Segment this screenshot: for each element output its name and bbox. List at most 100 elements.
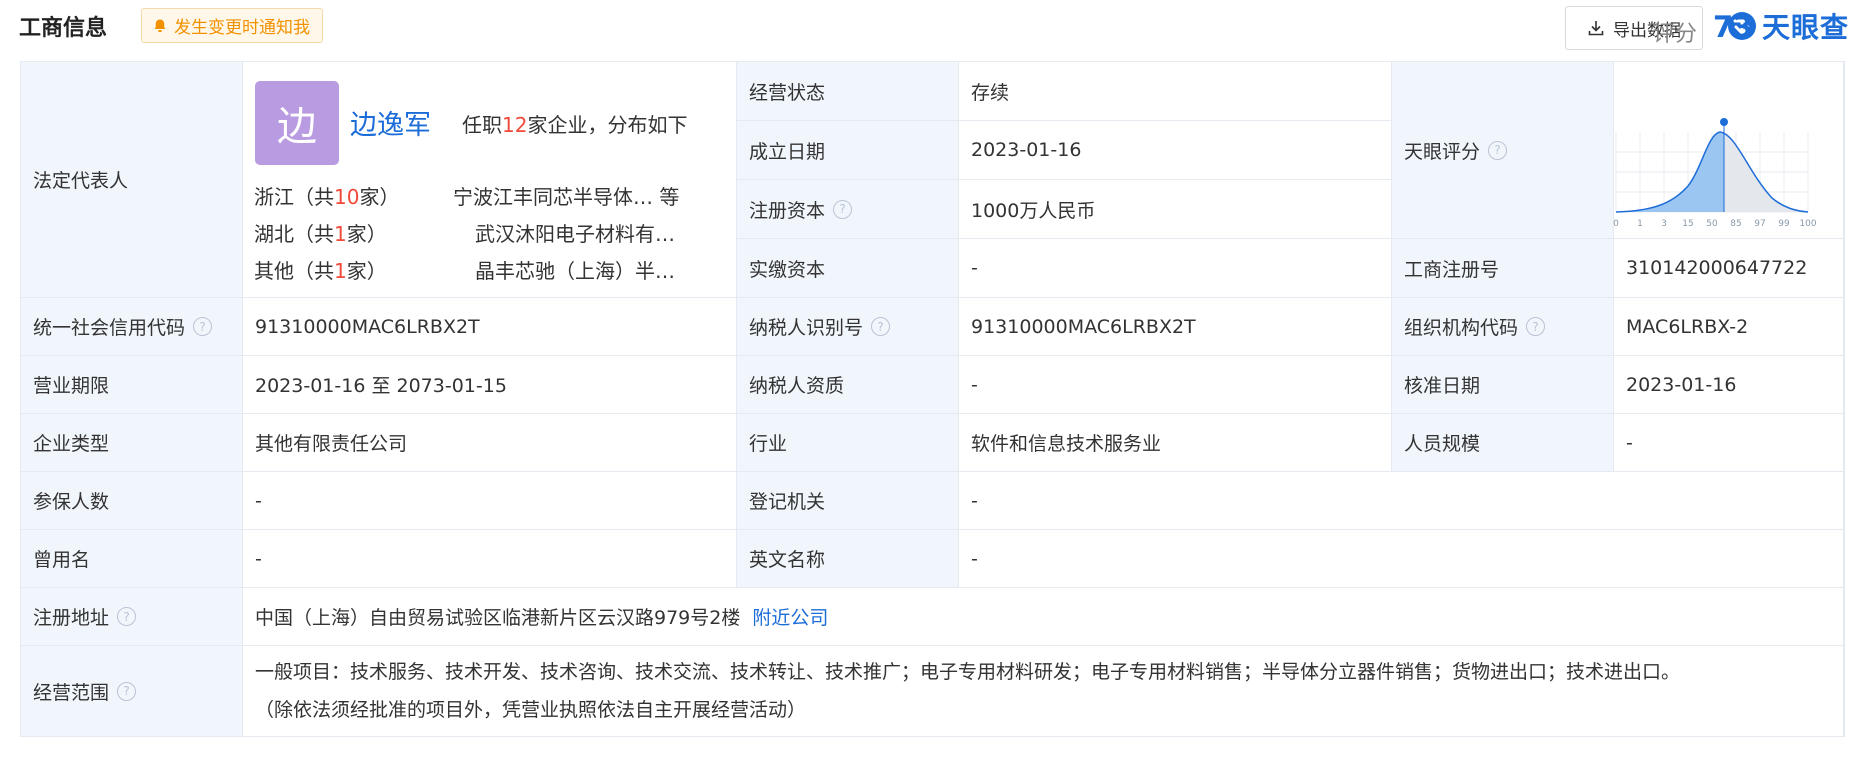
legal-rep-name-link[interactable]: 边逸军 <box>350 103 431 142</box>
english-label-cell: 英文名称 <box>737 530 959 588</box>
paid-value: - <box>971 257 978 279</box>
help-icon[interactable]: ? <box>833 199 853 219</box>
company-info-page: 工商信息 发生变更时通知我 导出数据 天眼查 法定代表人 经营状态 存续 成立日… <box>0 0 1868 759</box>
former-value: - <box>255 547 262 570</box>
tick-label: 97 <box>1754 219 1765 229</box>
avatar[interactable]: 边 <box>255 81 339 165</box>
region-prefix: 其他（共 <box>254 259 334 283</box>
taxqual-value: - <box>971 373 978 396</box>
legal-rep-label: 法定代表人 <box>33 170 129 192</box>
region-count: 10 <box>334 185 360 209</box>
taxid-label: 纳税人识别号 <box>749 317 864 339</box>
org-label: 组织机构代码 <box>1404 317 1519 339</box>
help-icon[interactable]: ? <box>1526 317 1546 336</box>
help-icon[interactable]: ? <box>871 317 891 336</box>
tick-label: 85 <box>1730 219 1741 229</box>
capital-value: 1000万人民币 <box>971 199 1096 222</box>
summary-suffix: 家企业，分布如下 <box>527 113 688 137</box>
status-label: 经营状态 <box>749 81 826 104</box>
score-distribution-chart: 0 1 3 15 50 85 97 99 100 <box>1613 118 1817 229</box>
type-label-cell: 企业类型 <box>21 414 243 472</box>
credit-value-cell: 91310000MAC6LRBX2T <box>243 298 737 356</box>
type-value-cell: 其他有限责任公司 <box>243 414 737 472</box>
region-count: 1 <box>334 222 347 246</box>
score-value[interactable]: 73 <box>1713 10 1753 44</box>
address-label-cell: 注册地址 ? <box>21 588 243 646</box>
tick-label: 99 <box>1778 219 1790 229</box>
help-icon[interactable]: ? <box>117 681 137 701</box>
found-value: 2023-01-16 <box>971 139 1082 161</box>
term-label-cell: 营业期限 <box>21 356 243 414</box>
help-icon[interactable]: ? <box>193 317 213 336</box>
taxqual-value-cell: - <box>959 356 1392 414</box>
tick-label: 15 <box>1682 219 1693 229</box>
found-value-cell: 2023-01-16 <box>959 121 1392 180</box>
nearby-companies-link[interactable]: 附近公司 <box>752 603 828 630</box>
taxid-value: 91310000MAC6LRBX2T <box>971 315 1196 338</box>
scope-line-1: 一般项目：技术服务、技术开发、技术咨询、技术交流、技术转让、技术推广；电子专用材… <box>255 661 1681 683</box>
term-value-cell: 2023-01-16 至 2073-01-15 <box>243 356 737 414</box>
distribution-company: 晶丰芯驰（上海）半… <box>475 259 675 283</box>
type-label: 企业类型 <box>33 433 110 455</box>
distribution-company: 宁波江丰同芯半导体… 等 <box>453 185 680 209</box>
credit-value: 91310000MAC6LRBX2T <box>255 315 480 338</box>
staff-value-cell: - <box>1614 414 1844 472</box>
insured-value: - <box>255 489 262 512</box>
status-value-cell: 存续 <box>959 62 1392 121</box>
taxid-label-cell: 纳税人识别号 ? <box>737 298 959 356</box>
reg-no-label: 工商注册号 <box>1404 258 1500 281</box>
org-value-cell: MAC6LRBX-2 <box>1614 298 1844 356</box>
tick-label: 100 <box>1799 219 1816 229</box>
capital-label: 注册资本 <box>749 199 826 222</box>
notify-change-button[interactable]: 发生变更时通知我 <box>141 8 323 43</box>
help-icon[interactable]: ? <box>1488 140 1508 160</box>
industry-label-cell: 行业 <box>737 414 959 472</box>
scope-value-cell: 一般项目：技术服务、技术开发、技术咨询、技术交流、技术转让、技术推广；电子专用材… <box>243 646 1844 736</box>
distribution-row[interactable]: 其他（共1家） 晶丰芯驰（上海）半… <box>254 255 675 284</box>
region-count: 1 <box>334 259 347 283</box>
address-value: 中国（上海）自由贸易试验区临港新片区云汉路979号2楼 <box>255 607 741 629</box>
found-label-cell: 成立日期 <box>737 121 959 180</box>
insured-label-cell: 参保人数 <box>21 472 243 530</box>
approve-label-cell: 核准日期 <box>1392 356 1614 414</box>
reg-no-value: 310142000647722 <box>1626 257 1808 279</box>
found-label: 成立日期 <box>749 140 826 163</box>
distribution-row[interactable]: 浙江（共10家） 宁波江丰同芯半导体… 等 <box>254 181 679 210</box>
status-label-cell: 经营状态 <box>737 62 959 121</box>
distribution-company: 武汉沐阳电子材料有… <box>475 222 675 246</box>
capital-value-cell: 1000万人民币 <box>959 180 1392 239</box>
chart-ticks: 0 1 3 15 50 85 97 99 100 <box>1613 219 1817 229</box>
help-icon[interactable]: ? <box>117 607 137 626</box>
summary-prefix: 任职 <box>462 113 502 137</box>
reg-no-label-cell: 工商注册号 <box>1392 239 1614 298</box>
distribution-region: 其他（共1家） <box>254 255 429 284</box>
former-value-cell: - <box>243 530 737 588</box>
section-title: 工商信息 <box>19 16 108 41</box>
distribution-row[interactable]: 湖北（共1家） 武汉沐阳电子材料有… <box>254 218 675 247</box>
region-prefix: 浙江（共 <box>254 185 334 209</box>
org-label-cell: 组织机构代码 ? <box>1392 298 1614 356</box>
staff-label: 人员规模 <box>1404 433 1481 455</box>
status-value: 存续 <box>971 81 1010 104</box>
industry-value: 软件和信息技术服务业 <box>971 433 1162 455</box>
region-suffix: 家） <box>359 185 400 209</box>
english-value: - <box>971 547 978 570</box>
tick-label: 1 <box>1637 219 1643 229</box>
term-label: 营业期限 <box>33 375 110 397</box>
english-label: 英文名称 <box>749 549 826 571</box>
region-suffix: 家） <box>346 222 387 246</box>
avatar-char: 边 <box>277 104 317 150</box>
paid-label-cell: 实缴资本 <box>737 239 959 298</box>
notify-label: 发生变更时通知我 <box>174 18 310 38</box>
former-label-cell: 曾用名 <box>21 530 243 588</box>
region-suffix: 家） <box>346 259 387 283</box>
insured-label: 参保人数 <box>33 491 110 513</box>
approve-value-cell: 2023-01-16 <box>1614 356 1844 414</box>
staff-label-cell: 人员规模 <box>1392 414 1614 472</box>
authority-label-cell: 登记机关 <box>737 472 959 530</box>
address-value-cell: 中国（上海）自由贸易试验区临港新片区云汉路979号2楼 附近公司 <box>243 588 1844 646</box>
english-value-cell: - <box>959 530 1844 588</box>
address-label: 注册地址 <box>33 607 110 629</box>
scope-label: 经营范围 <box>33 681 110 704</box>
former-label: 曾用名 <box>33 549 91 571</box>
